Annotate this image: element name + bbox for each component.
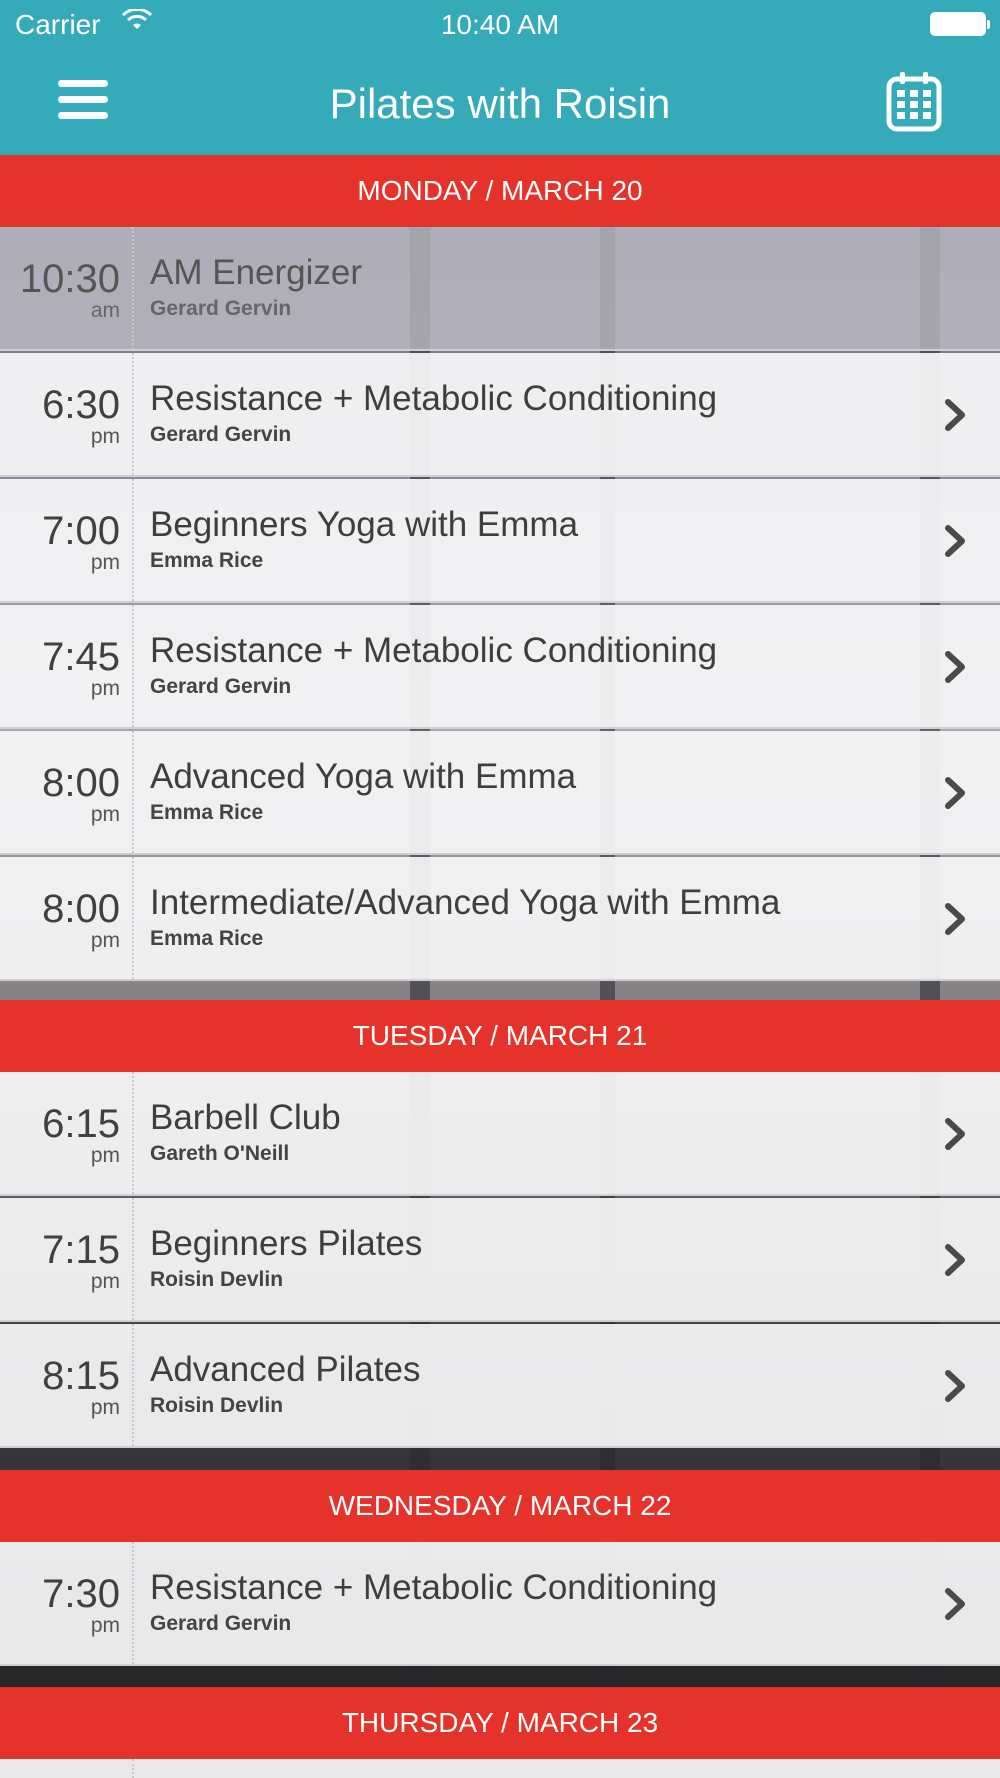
class-row[interactable]: 7:30 pm Resistance + Metabolic Condition… [0, 1542, 1000, 1666]
class-time: 7:00 [42, 509, 120, 553]
chevron-right-icon [945, 1118, 965, 1150]
time-divider [132, 605, 135, 727]
day-header-tuesday: TUESDAY / MARCH 21 [0, 1000, 1000, 1072]
day-header-monday: MONDAY / MARCH 20 [0, 155, 1000, 227]
class-ampm: pm [90, 1270, 120, 1293]
instructor-name: Emma Rice [150, 549, 264, 572]
day-header-wednesday: WEDNESDAY / MARCH 22 [0, 1470, 1000, 1542]
chevron-right-icon [945, 777, 965, 809]
battery-icon [930, 12, 990, 36]
class-row[interactable]: 10:30 am AM Energizer Gerard Gervin [0, 227, 1000, 351]
class-ampm: pm [90, 803, 120, 826]
class-row[interactable]: 7:45 pm Resistance + Metabolic Condition… [0, 605, 1000, 729]
class-time: 8:00 [42, 887, 120, 931]
time-divider [132, 479, 135, 601]
instructor-name: Emma Rice [150, 801, 264, 824]
class-row[interactable]: 8:15 pm Advanced Pilates Roisin Devlin [0, 1324, 1000, 1448]
class-ampm: pm [90, 1396, 120, 1419]
class-time: 6:30 [42, 383, 120, 427]
status-time: 10:40 AM [440, 9, 560, 40]
time-divider [132, 227, 135, 349]
instructor-name: Roisin Devlin [150, 1268, 284, 1291]
instructor-name: Gerard Gervin [150, 297, 292, 320]
chevron-right-icon [945, 1244, 965, 1276]
class-name: Resistance + Metabolic Conditioning [150, 379, 718, 418]
time-divider [132, 1072, 135, 1194]
instructor-name: Gerard Gervin [150, 1612, 292, 1635]
class-time: 8:15 [42, 1354, 120, 1398]
class-ampm: pm [90, 929, 120, 952]
class-ampm: pm [90, 1614, 120, 1637]
instructor-name: Gerard Gervin [150, 423, 292, 446]
time-divider [132, 857, 135, 979]
class-name: Resistance + Metabolic Conditioning [150, 631, 718, 670]
class-time: 7:45 [42, 635, 120, 679]
class-name: Beginners Pilates [150, 1224, 423, 1263]
page-title: Pilates with Roisin [329, 80, 671, 127]
chevron-right-icon [945, 1370, 965, 1402]
class-ampm: am [90, 299, 120, 322]
day-header-thursday: THURSDAY / MARCH 23 [0, 1687, 1000, 1759]
class-name: Barbell Club [150, 1098, 341, 1137]
time-divider [132, 1542, 135, 1664]
class-ampm: pm [90, 677, 120, 700]
time-divider [132, 1198, 135, 1320]
class-ampm: pm [90, 425, 120, 448]
chevron-right-icon [945, 399, 965, 431]
status-bar: Carrier 10:40 AM [0, 0, 1000, 50]
class-name: AM Energizer [150, 253, 363, 292]
calendar-icon[interactable] [886, 70, 942, 132]
class-row[interactable]: 7:15 pm Beginners Pilates Roisin Devlin [0, 1198, 1000, 1322]
instructor-name: Roisin Devlin [150, 1394, 284, 1417]
instructor-name: Gerard Gervin [150, 675, 292, 698]
class-time: 8:00 [42, 761, 120, 805]
class-name: Resistance + Metabolic Conditioning [150, 1568, 718, 1607]
time-divider [132, 1324, 135, 1446]
class-row[interactable]: 6:30 pm Resistance + Metabolic Condition… [0, 353, 1000, 477]
class-name: Advanced Pilates [150, 1350, 421, 1389]
chevron-right-icon [945, 651, 965, 683]
class-time: 10:30 [19, 257, 120, 301]
class-row[interactable]: 8:00 pm Intermediate/Advanced Yoga with … [0, 857, 1000, 981]
instructor-name: Gareth O'Neill [150, 1142, 290, 1165]
time-divider [132, 353, 135, 475]
class-row[interactable]: 8:00 pm Advanced Yoga with Emma Emma Ric… [0, 731, 1000, 855]
class-name: Beginners Yoga with Emma [150, 505, 579, 544]
class-ampm: pm [90, 1144, 120, 1167]
class-row[interactable]: 6:15 pm Barbell Club Gareth O'Neill [0, 1072, 1000, 1196]
time-divider [132, 1759, 135, 1778]
class-row[interactable] [0, 1759, 1000, 1778]
chevron-right-icon [945, 1588, 965, 1620]
class-ampm: pm [90, 551, 120, 574]
time-divider [132, 731, 135, 853]
instructor-name: Emma Rice [150, 927, 264, 950]
class-name: Intermediate/Advanced Yoga with Emma [150, 883, 781, 922]
class-row[interactable]: 7:00 pm Beginners Yoga with Emma Emma Ri… [0, 479, 1000, 603]
class-time: 7:30 [42, 1572, 120, 1616]
class-time: 6:15 [42, 1102, 120, 1146]
chevron-right-icon [945, 525, 965, 557]
nav-bar: Pilates with Roisin [0, 50, 1000, 155]
chevron-right-icon [945, 903, 965, 935]
class-name: Advanced Yoga with Emma [150, 757, 577, 796]
class-time: 7:15 [42, 1228, 120, 1272]
